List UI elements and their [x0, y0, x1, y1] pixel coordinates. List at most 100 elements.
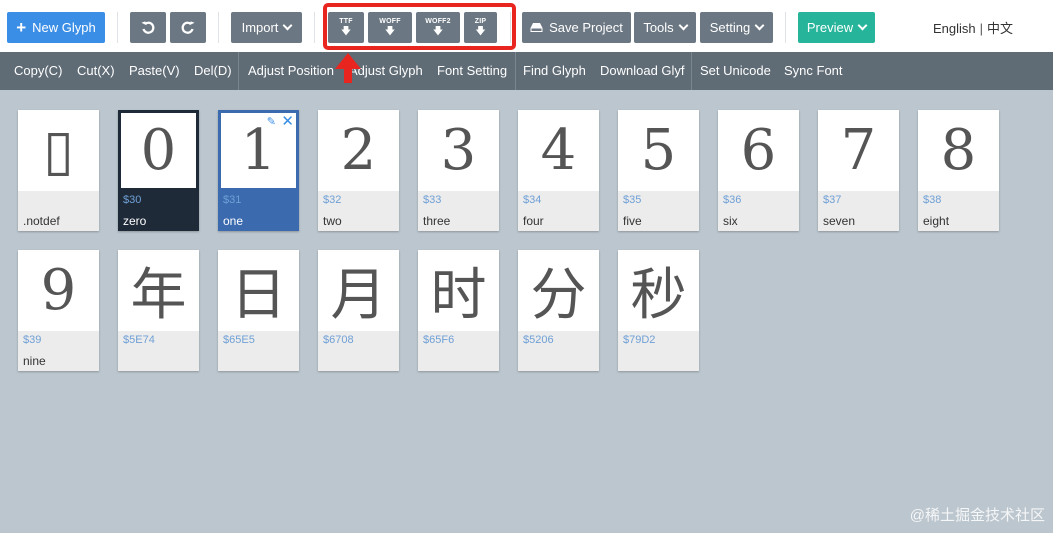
- setting-dropdown[interactable]: Setting: [700, 12, 773, 43]
- glyph-preview: 年: [118, 250, 199, 331]
- adjust-position-menu-item[interactable]: Adjust Position: [248, 52, 334, 90]
- font-setting-menu-item[interactable]: Font Setting: [437, 52, 507, 90]
- language-switcher: English | 中文: [933, 18, 1013, 37]
- glyph-preview: 6: [718, 110, 799, 191]
- glyph-card[interactable]: 6 $36 six: [718, 110, 799, 231]
- glyph-preview: 月: [318, 250, 399, 331]
- glyph-card[interactable]: 2 $32 two: [318, 110, 399, 231]
- glyph-unicode: $6708: [323, 334, 354, 346]
- arrow-down-icon: 🡇: [432, 26, 444, 37]
- glyph-unicode: $5E74: [123, 334, 155, 346]
- lang-chinese-link[interactable]: 中文: [987, 21, 1013, 36]
- glyph-card[interactable]: 日 $65E5: [218, 250, 299, 371]
- glyph-name: one: [223, 214, 244, 228]
- glyph-preview: 7: [818, 110, 899, 191]
- plus-icon: +: [16, 18, 27, 37]
- chevron-down-icon: [857, 20, 868, 31]
- glyph-unicode: $65E5: [223, 334, 255, 346]
- glyph-unicode: $39: [23, 334, 42, 346]
- arrow-down-icon: 🡇: [384, 26, 396, 37]
- glyph-card[interactable]: 时 $65F6: [418, 250, 499, 371]
- adjust-glyph-menu-item[interactable]: Adjust Glyph: [349, 52, 423, 90]
- glyph-card[interactable]: 秒 $79D2: [618, 250, 699, 371]
- glyph-preview: 2: [318, 110, 399, 191]
- glyph-unicode: $65F6: [423, 334, 455, 346]
- tools-label: Tools: [643, 20, 674, 35]
- glyph-unicode: $34: [523, 194, 542, 206]
- glyph-name: nine: [23, 354, 46, 368]
- new-glyph-label: New Glyph: [32, 20, 96, 35]
- toolbar-divider: [218, 12, 219, 43]
- save-project-button[interactable]: Save Project: [522, 12, 631, 43]
- menu-divider: [515, 52, 516, 90]
- glyph-unicode: $35: [623, 194, 642, 206]
- glyph-unicode: $31: [223, 194, 242, 206]
- glyph-card[interactable]: 3 $33 three: [418, 110, 499, 231]
- glyph-name: .notdef: [23, 214, 60, 228]
- pencil-icon[interactable]: ✎: [267, 115, 276, 128]
- glyph-name: two: [323, 214, 342, 228]
- chevron-down-icon: [754, 20, 765, 31]
- tools-dropdown[interactable]: Tools: [634, 12, 696, 43]
- lang-english-link[interactable]: English: [933, 21, 976, 36]
- glyph-preview: 0: [121, 113, 196, 188]
- glyph-card[interactable]: 9 $39 nine: [18, 250, 99, 371]
- glyph-preview: 5: [618, 110, 699, 191]
- new-glyph-button[interactable]: + New Glyph: [7, 12, 105, 43]
- arrow-down-icon: 🡇: [340, 26, 352, 37]
- undo-button[interactable]: [130, 12, 166, 43]
- download-woff-button[interactable]: WOFF 🡇: [368, 12, 412, 43]
- glyph-card[interactable]: ▯ .notdef: [18, 110, 99, 231]
- glyph-card[interactable]: 1 ✎ ✕ $31 one: [218, 110, 299, 231]
- redo-button[interactable]: [170, 12, 206, 43]
- download-woff2-label: WOFF2: [425, 18, 451, 25]
- toolbar-divider: [117, 12, 118, 43]
- glyph-card[interactable]: 5 $35 five: [618, 110, 699, 231]
- glyph-preview: 8: [918, 110, 999, 191]
- glyph-preview: 分: [518, 250, 599, 331]
- cut-menu-item[interactable]: Cut(X): [77, 52, 115, 90]
- preview-dropdown[interactable]: Preview: [798, 12, 875, 43]
- paste-menu-item[interactable]: Paste(V): [129, 52, 180, 90]
- toolbar-divider: [314, 12, 315, 43]
- copy-menu-item[interactable]: Copy(C): [14, 52, 62, 90]
- close-icon[interactable]: ✕: [281, 112, 294, 130]
- import-dropdown[interactable]: Import: [231, 12, 302, 43]
- glyph-name: three: [423, 214, 451, 228]
- glyph-card[interactable]: 年 $5E74: [118, 250, 199, 371]
- toolbar-divider: [785, 12, 786, 43]
- setting-label: Setting: [709, 20, 751, 35]
- sync-font-menu-item[interactable]: Sync Font: [784, 52, 843, 90]
- glyph-name: eight: [923, 214, 950, 228]
- glyph-preview: 9: [18, 250, 99, 331]
- glyph-preview: 秒: [618, 250, 699, 331]
- menu-divider: [691, 52, 692, 90]
- glyph-card[interactable]: 0 $30 zero: [118, 110, 199, 231]
- download-glyf-menu-item[interactable]: Download Glyf: [600, 52, 685, 90]
- glyph-card[interactable]: 7 $37 seven: [818, 110, 899, 231]
- glyph-card[interactable]: 4 $34 four: [518, 110, 599, 231]
- glyph-name: four: [523, 214, 544, 228]
- import-label: Import: [241, 20, 279, 35]
- edit-menubar: Copy(C) Cut(X) Paste(V) Del(D) Adjust Po…: [0, 52, 1053, 90]
- download-zip-button[interactable]: ZIP 🡇: [464, 12, 497, 43]
- hdd-icon: [530, 23, 543, 32]
- set-unicode-menu-item[interactable]: Set Unicode: [700, 52, 771, 90]
- glyph-preview: 4: [518, 110, 599, 191]
- save-project-label: Save Project: [549, 20, 623, 35]
- toolbar-divider: [510, 12, 511, 43]
- glyph-unicode: $32: [323, 194, 342, 206]
- glyph-card[interactable]: 8 $38 eight: [918, 110, 999, 231]
- find-glyph-menu-item[interactable]: Find Glyph: [523, 52, 586, 90]
- glyph-card[interactable]: 月 $6708: [318, 250, 399, 371]
- delete-menu-item[interactable]: Del(D): [194, 52, 232, 90]
- glyph-unicode: $30: [123, 194, 142, 206]
- download-ttf-label: TTF: [339, 18, 353, 25]
- glyph-card[interactable]: 分 $5206: [518, 250, 599, 371]
- glyph-preview: 日: [218, 250, 299, 331]
- download-woff2-button[interactable]: WOFF2 🡇: [416, 12, 460, 43]
- chevron-down-icon: [678, 20, 689, 31]
- glyph-name: six: [723, 214, 738, 228]
- glyph-preview: 3: [418, 110, 499, 191]
- download-ttf-button[interactable]: TTF 🡇: [328, 12, 364, 43]
